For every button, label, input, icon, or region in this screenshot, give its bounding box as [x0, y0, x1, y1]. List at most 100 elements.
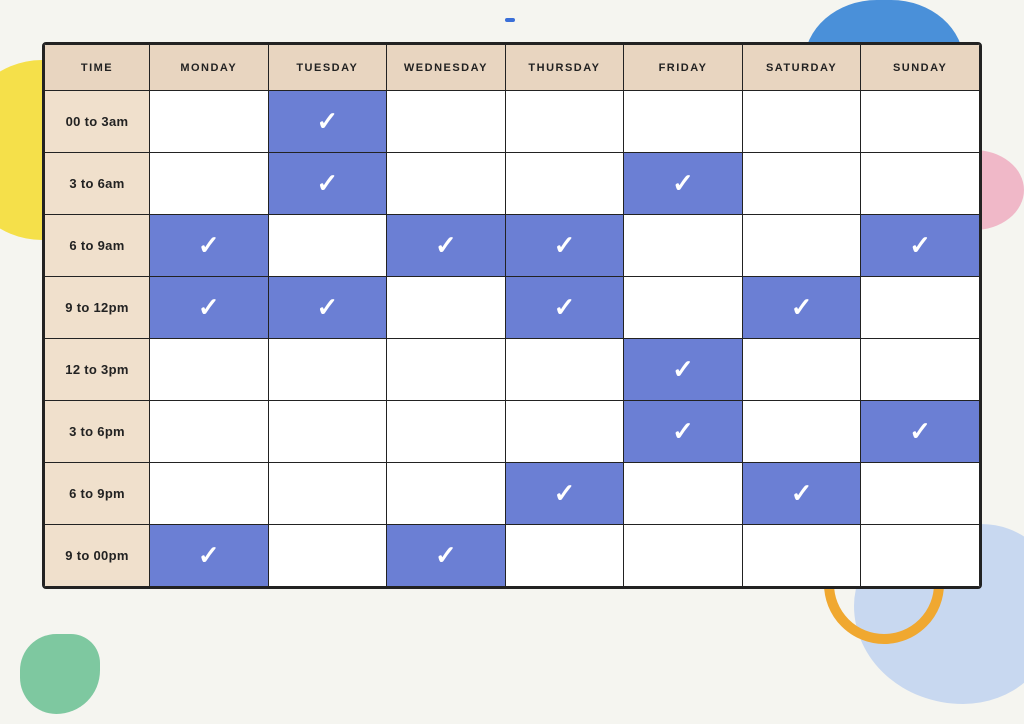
schedule-cell-r2-c3: ✓ — [505, 215, 624, 277]
schedule-cell-r1-c5 — [742, 153, 861, 215]
checkmark-icon: ✓ — [435, 540, 457, 570]
schedule-cell-r1-c6 — [861, 153, 980, 215]
time-cell-7: 9 to 00pm — [45, 525, 150, 587]
schedule-cell-r3-c4 — [624, 277, 743, 339]
table-row: 12 to 3pm ✓ — [45, 339, 980, 401]
schedule-cell-r4-c1 — [268, 339, 387, 401]
schedule-cell-r0-c5 — [742, 91, 861, 153]
col-header-monday: MONDAY — [150, 45, 269, 91]
schedule-cell-r4-c2 — [387, 339, 506, 401]
schedule-cell-r2-c0: ✓ — [150, 215, 269, 277]
schedule-cell-r3-c3: ✓ — [505, 277, 624, 339]
schedule-cell-r4-c4: ✓ — [624, 339, 743, 401]
schedule-cell-r5-c6: ✓ — [861, 401, 980, 463]
table-row: 3 to 6am ✓ ✓ — [45, 153, 980, 215]
table-row: 9 to 00pm ✓ ✓ — [45, 525, 980, 587]
schedule-cell-r0-c3 — [505, 91, 624, 153]
table-header-row: TIMEMONDAYTUESDAYWEDNESDAYTHURSDAYFRIDAY… — [45, 45, 980, 91]
schedule-cell-r0-c4 — [624, 91, 743, 153]
schedule-cell-r6-c2 — [387, 463, 506, 525]
checkmark-icon: ✓ — [198, 292, 220, 322]
schedule-cell-r5-c0 — [150, 401, 269, 463]
schedule-cell-r2-c1 — [268, 215, 387, 277]
checkmark-icon: ✓ — [316, 106, 338, 136]
schedule-cell-r7-c6 — [861, 525, 980, 587]
schedule-cell-r6-c4 — [624, 463, 743, 525]
schedule-cell-r5-c5 — [742, 401, 861, 463]
checkmark-icon: ✓ — [672, 168, 694, 198]
checkmark-icon: ✓ — [554, 292, 576, 322]
checkmark-icon: ✓ — [909, 230, 931, 260]
checkmark-icon: ✓ — [554, 230, 576, 260]
schedule-cell-r2-c5 — [742, 215, 861, 277]
logo-icon — [505, 18, 515, 22]
schedule-table: TIMEMONDAYTUESDAYWEDNESDAYTHURSDAYFRIDAY… — [44, 44, 980, 587]
time-cell-6: 6 to 9pm — [45, 463, 150, 525]
schedule-cell-r6-c1 — [268, 463, 387, 525]
schedule-cell-r3-c0: ✓ — [150, 277, 269, 339]
col-header-sunday: SUNDAY — [861, 45, 980, 91]
schedule-cell-r7-c5 — [742, 525, 861, 587]
col-header-wednesday: WEDNESDAY — [387, 45, 506, 91]
schedule-cell-r6-c5: ✓ — [742, 463, 861, 525]
logo-container — [505, 18, 519, 22]
schedule-cell-r5-c3 — [505, 401, 624, 463]
schedule-cell-r7-c2: ✓ — [387, 525, 506, 587]
col-header-thursday: THURSDAY — [505, 45, 624, 91]
checkmark-icon: ✓ — [672, 416, 694, 446]
checkmark-icon: ✓ — [435, 230, 457, 260]
schedule-cell-r2-c6: ✓ — [861, 215, 980, 277]
schedule-cell-r3-c2 — [387, 277, 506, 339]
time-cell-2: 6 to 9am — [45, 215, 150, 277]
schedule-cell-r0-c2 — [387, 91, 506, 153]
time-cell-1: 3 to 6am — [45, 153, 150, 215]
schedule-cell-r3-c5: ✓ — [742, 277, 861, 339]
schedule-cell-r4-c0 — [150, 339, 269, 401]
table-row: 9 to 12pm ✓ ✓ ✓ ✓ — [45, 277, 980, 339]
schedule-cell-r5-c2 — [387, 401, 506, 463]
checkmark-icon: ✓ — [672, 354, 694, 384]
schedule-cell-r2-c4 — [624, 215, 743, 277]
checkmark-icon: ✓ — [554, 478, 576, 508]
checkmark-icon: ✓ — [909, 416, 931, 446]
time-cell-0: 00 to 3am — [45, 91, 150, 153]
time-cell-4: 12 to 3pm — [45, 339, 150, 401]
schedule-cell-r6-c0 — [150, 463, 269, 525]
checkmark-icon: ✓ — [198, 540, 220, 570]
checkmark-icon: ✓ — [791, 292, 813, 322]
schedule-cell-r1-c4: ✓ — [624, 153, 743, 215]
schedule-cell-r1-c2 — [387, 153, 506, 215]
col-header-tuesday: TUESDAY — [268, 45, 387, 91]
schedule-cell-r7-c0: ✓ — [150, 525, 269, 587]
table-row: 3 to 6pm ✓ ✓ — [45, 401, 980, 463]
schedule-cell-r1-c3 — [505, 153, 624, 215]
schedule-cell-r1-c1: ✓ — [268, 153, 387, 215]
page-content: TIMEMONDAYTUESDAYWEDNESDAYTHURSDAYFRIDAY… — [0, 0, 1024, 609]
schedule-cell-r5-c4: ✓ — [624, 401, 743, 463]
schedule-cell-r7-c3 — [505, 525, 624, 587]
schedule-cell-r4-c3 — [505, 339, 624, 401]
schedule-cell-r5-c1 — [268, 401, 387, 463]
schedule-cell-r3-c6 — [861, 277, 980, 339]
blob-green — [20, 634, 100, 714]
schedule-cell-r0-c6 — [861, 91, 980, 153]
schedule-cell-r0-c1: ✓ — [268, 91, 387, 153]
schedule-cell-r6-c6 — [861, 463, 980, 525]
schedule-cell-r2-c2: ✓ — [387, 215, 506, 277]
schedule-cell-r4-c6 — [861, 339, 980, 401]
checkmark-icon: ✓ — [316, 168, 338, 198]
time-cell-3: 9 to 12pm — [45, 277, 150, 339]
checkmark-icon: ✓ — [198, 230, 220, 260]
checkmark-icon: ✓ — [316, 292, 338, 322]
schedule-cell-r0-c0 — [150, 91, 269, 153]
table-row: 6 to 9pm ✓ ✓ — [45, 463, 980, 525]
checkmark-icon: ✓ — [791, 478, 813, 508]
schedule-cell-r7-c4 — [624, 525, 743, 587]
time-cell-5: 3 to 6pm — [45, 401, 150, 463]
table-row: 00 to 3am ✓ — [45, 91, 980, 153]
schedule-cell-r4-c5 — [742, 339, 861, 401]
schedule-cell-r1-c0 — [150, 153, 269, 215]
col-header-saturday: SATURDAY — [742, 45, 861, 91]
schedule-cell-r7-c1 — [268, 525, 387, 587]
schedule-cell-r6-c3: ✓ — [505, 463, 624, 525]
